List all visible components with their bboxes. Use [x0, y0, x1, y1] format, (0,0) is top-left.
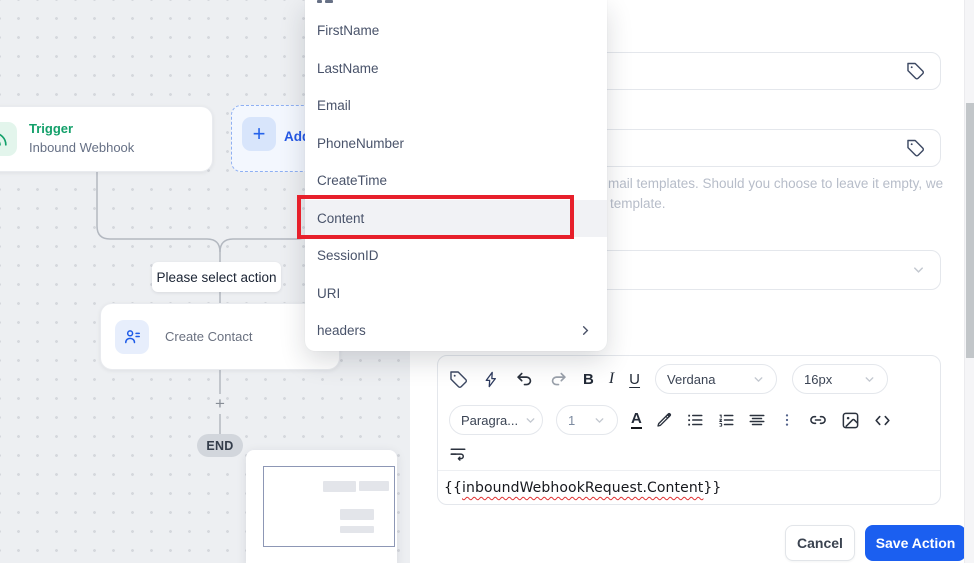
dropdown-item-uri[interactable]: URI — [305, 275, 607, 313]
dropdown-item-phonenumber[interactable]: PhoneNumber — [305, 125, 607, 163]
editor-content[interactable]: {{inboundWebhookRequest.Content}} — [444, 480, 721, 496]
redo-icon[interactable] — [549, 370, 568, 389]
canvas-preview-card[interactable] — [246, 450, 397, 563]
ordered-list-icon[interactable] — [717, 411, 735, 429]
align-icon[interactable] — [748, 411, 766, 429]
dropdown-item-headers[interactable]: headers — [305, 312, 607, 350]
italic-button[interactable]: I — [609, 370, 614, 388]
trigger-node-subtitle: Inbound Webhook — [29, 140, 135, 155]
font-family-value: Verdana — [667, 371, 716, 387]
merge-tag-close: }} — [703, 480, 722, 496]
merge-tag-dropdown: FirstName LastName Email PhoneNumber Cre… — [305, 0, 607, 351]
font-size-value: 16px — [804, 371, 833, 387]
paragraph-value: Paragra... — [461, 412, 519, 428]
dynamic-content-icon[interactable] — [483, 371, 500, 388]
tag-icon[interactable] — [906, 62, 925, 81]
placeholder-bar — [340, 526, 374, 533]
font-color-button[interactable]: A — [631, 411, 642, 429]
highlight-color-icon[interactable] — [655, 411, 673, 429]
cancel-button[interactable]: Cancel — [785, 525, 855, 561]
font-family-select[interactable]: Verdana — [655, 364, 778, 394]
dropdown-item-content[interactable]: Content — [305, 199, 607, 237]
create-contact-label: Create Contact — [165, 329, 253, 344]
placeholder-bar — [340, 509, 374, 520]
more-options-icon[interactable] — [779, 412, 795, 428]
dropdown-item-email[interactable]: Email — [305, 87, 607, 125]
merge-tag-variable: inboundWebhookRequest.Content — [462, 480, 704, 496]
connector-plus-icon[interactable]: + — [211, 395, 229, 413]
chevron-right-icon — [578, 323, 593, 338]
scrollbar-track[interactable] — [964, 0, 974, 563]
dropdown-item-lastname[interactable]: LastName — [305, 50, 607, 88]
tag-icon[interactable] — [906, 139, 925, 158]
link-icon[interactable] — [808, 410, 828, 430]
undo-icon[interactable] — [515, 370, 534, 389]
paragraph-select[interactable]: Paragra... — [449, 405, 543, 435]
editor-toolbar-row2: Paragra... 1 A — [438, 404, 940, 436]
select-action-label: Please select action — [152, 262, 281, 292]
helper-text-line1: mail templates. Should you choose to lea… — [608, 176, 944, 191]
save-action-button[interactable]: Save Action — [865, 525, 966, 561]
chevron-down-icon — [524, 414, 537, 427]
code-icon[interactable] — [873, 411, 892, 430]
chevron-down-icon — [863, 373, 876, 386]
create-contact-node[interactable]: Create Contact — [100, 303, 340, 370]
dropdown-item-sessionid[interactable]: SessionID — [305, 237, 607, 275]
chevron-down-icon — [752, 373, 765, 386]
trigger-node[interactable]: Trigger Inbound Webhook — [0, 106, 213, 172]
placeholder-bar — [359, 481, 389, 491]
editor-divider — [438, 470, 940, 471]
chevron-down-icon — [911, 263, 926, 278]
editor-toolbar-row3 — [438, 440, 940, 466]
preview-frame — [263, 466, 395, 547]
font-size-select[interactable]: 16px — [792, 364, 889, 394]
image-icon[interactable] — [841, 411, 860, 430]
clipped-item-glyph — [317, 0, 333, 3]
helper-text-line2: template. — [610, 196, 666, 211]
bullet-list-icon[interactable] — [686, 411, 704, 429]
end-badge: END — [197, 434, 243, 457]
merge-tag-open: {{ — [444, 480, 463, 496]
dropdown-item-firstname[interactable]: FirstName — [305, 12, 607, 50]
rich-text-editor: B I U Verdana 16px Paragra... 1 A {{inbo… — [437, 355, 941, 505]
plus-icon: + — [242, 117, 276, 151]
trigger-node-title: Trigger — [29, 121, 74, 137]
footer-actions: Cancel Save Action — [785, 525, 966, 561]
merge-tag-icon[interactable] — [449, 370, 468, 389]
line-height-select[interactable]: 1 — [556, 405, 618, 435]
webhook-signal-icon — [0, 122, 17, 156]
underline-button[interactable]: U — [629, 371, 640, 388]
line-height-value: 1 — [568, 412, 576, 428]
placeholder-bar — [323, 481, 356, 492]
text-wrap-icon[interactable] — [449, 444, 467, 462]
chevron-down-icon — [593, 414, 606, 427]
editor-toolbar-row1: B I U Verdana 16px — [438, 363, 940, 395]
scrollbar-thumb[interactable] — [966, 103, 974, 358]
contact-person-icon — [115, 319, 149, 354]
workflow-builder-app: Trigger Inbound Webhook + Add Please sel… — [0, 0, 974, 563]
dropdown-item-createtime[interactable]: CreateTime — [305, 162, 607, 200]
bold-button[interactable]: B — [583, 371, 594, 388]
